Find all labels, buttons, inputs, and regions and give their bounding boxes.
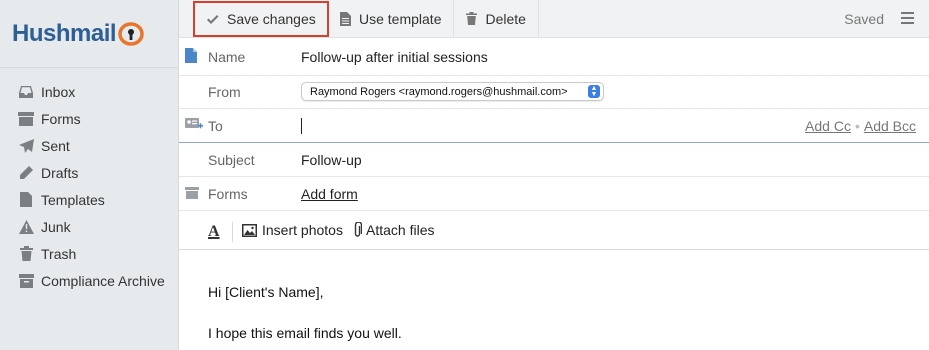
use-template-button[interactable]: Use template bbox=[327, 0, 455, 38]
sidebar-item-inbox[interactable]: Inbox bbox=[0, 78, 178, 105]
compose-form: Name Follow-up after initial sessions Fr… bbox=[179, 38, 929, 250]
template-icon bbox=[340, 11, 351, 26]
sidebar-item-label: Inbox bbox=[41, 83, 76, 100]
from-row: From Raymond Rogers <raymond.rogers@hush… bbox=[179, 76, 929, 109]
sidebar-item-sent[interactable]: Sent bbox=[0, 132, 178, 159]
sidebar-item-label: Sent bbox=[41, 137, 70, 154]
app-window: Hushmail Inbox Forms Sent Drafts Templat… bbox=[0, 0, 929, 350]
insert-photos-button[interactable]: Insert photos bbox=[242, 222, 343, 238]
image-icon bbox=[242, 223, 257, 237]
cc-bcc-links: Add Cc • Add Bcc bbox=[805, 117, 916, 134]
compose-toolbar: Save changes Use template Delete Saved bbox=[179, 0, 929, 38]
sidebar-item-forms[interactable]: Forms bbox=[0, 105, 178, 132]
document-icon bbox=[185, 47, 197, 66]
forms-icon bbox=[185, 186, 199, 202]
add-form-link[interactable]: Add form bbox=[301, 186, 358, 202]
attach-files-label: Attach files bbox=[366, 222, 435, 238]
delete-label: Delete bbox=[485, 10, 526, 27]
subject-field[interactable]: Follow-up bbox=[301, 152, 362, 168]
name-label: Name bbox=[208, 48, 246, 65]
editor-toolbar: A Insert photos Attach files bbox=[179, 211, 929, 250]
from-select-value: Raymond Rogers <raymond.rogers@hushmail.… bbox=[310, 85, 568, 98]
insert-photos-label: Insert photos bbox=[262, 222, 343, 238]
sidebar: Hushmail Inbox Forms Sent Drafts Templat… bbox=[0, 0, 179, 350]
add-bcc-link[interactable]: Add Bcc bbox=[864, 118, 916, 134]
templates-icon bbox=[17, 192, 35, 208]
trash-icon bbox=[466, 12, 478, 25]
checkmark-icon bbox=[207, 14, 219, 24]
body-text-line: I hope this email finds you well. bbox=[208, 325, 402, 341]
font-format-button[interactable]: A bbox=[208, 223, 224, 242]
hushmail-logo[interactable]: Hushmail bbox=[0, 0, 178, 68]
sidebar-item-label: Templates bbox=[41, 191, 105, 208]
delete-button[interactable]: Delete bbox=[454, 0, 539, 38]
name-field[interactable]: Follow-up after initial sessions bbox=[301, 49, 488, 65]
toolbar-divider bbox=[232, 222, 233, 242]
sidebar-item-trash[interactable]: Trash bbox=[0, 240, 178, 267]
sidebar-item-label: Junk bbox=[41, 218, 71, 235]
sent-icon bbox=[17, 138, 35, 154]
sidebar-item-compliance-archive[interactable]: Compliance Archive bbox=[0, 267, 178, 294]
to-row: To Add Cc • Add Bcc bbox=[179, 109, 929, 143]
forms-label: Forms bbox=[208, 185, 248, 202]
junk-icon bbox=[17, 219, 35, 235]
save-status: Saved bbox=[844, 11, 884, 27]
forms-icon bbox=[17, 111, 35, 127]
from-select[interactable]: Raymond Rogers <raymond.rogers@hushmail.… bbox=[301, 82, 604, 101]
sidebar-item-label: Forms bbox=[41, 110, 81, 127]
logo-text: Hushmail bbox=[12, 19, 117, 47]
attach-files-button[interactable]: Attach files bbox=[353, 222, 434, 238]
sidebar-item-junk[interactable]: Junk bbox=[0, 213, 178, 240]
paperclip-icon bbox=[354, 222, 362, 237]
use-template-label: Use template bbox=[359, 10, 442, 27]
to-input-caret[interactable] bbox=[301, 118, 302, 134]
sidebar-item-drafts[interactable]: Drafts bbox=[0, 159, 178, 186]
body-greeting: Hi [Client's Name], bbox=[208, 284, 324, 300]
menu-icon[interactable] bbox=[901, 12, 914, 25]
sidebar-item-label: Compliance Archive bbox=[41, 272, 165, 289]
forms-row: Forms Add form bbox=[179, 177, 929, 211]
subject-row: Subject Follow-up bbox=[179, 143, 929, 177]
inbox-icon bbox=[17, 84, 35, 100]
select-arrows-icon: ▲ ▼ bbox=[588, 85, 600, 98]
archive-icon bbox=[17, 273, 35, 289]
to-label: To bbox=[208, 117, 223, 134]
subject-label: Subject bbox=[208, 151, 255, 168]
save-changes-button[interactable]: Save changes bbox=[193, 1, 329, 37]
sidebar-item-label: Drafts bbox=[41, 164, 79, 181]
sidebar-item-label: Trash bbox=[41, 245, 77, 262]
sidebar-item-templates[interactable]: Templates bbox=[0, 186, 178, 213]
drafts-icon bbox=[17, 165, 35, 181]
contact-card-icon[interactable] bbox=[185, 117, 203, 134]
save-changes-label: Save changes bbox=[227, 11, 316, 27]
sidebar-nav: Inbox Forms Sent Drafts Templates Junk T… bbox=[0, 68, 178, 294]
from-label: From bbox=[208, 84, 241, 100]
font-format-icon: A bbox=[208, 223, 220, 240]
message-body[interactable]: Hi [Client's Name], I hope this email fi… bbox=[179, 250, 929, 350]
logo-lock-icon bbox=[117, 21, 145, 47]
trash-icon bbox=[17, 246, 35, 262]
add-cc-link[interactable]: Add Cc bbox=[805, 118, 851, 134]
name-row: Name Follow-up after initial sessions bbox=[179, 38, 929, 76]
